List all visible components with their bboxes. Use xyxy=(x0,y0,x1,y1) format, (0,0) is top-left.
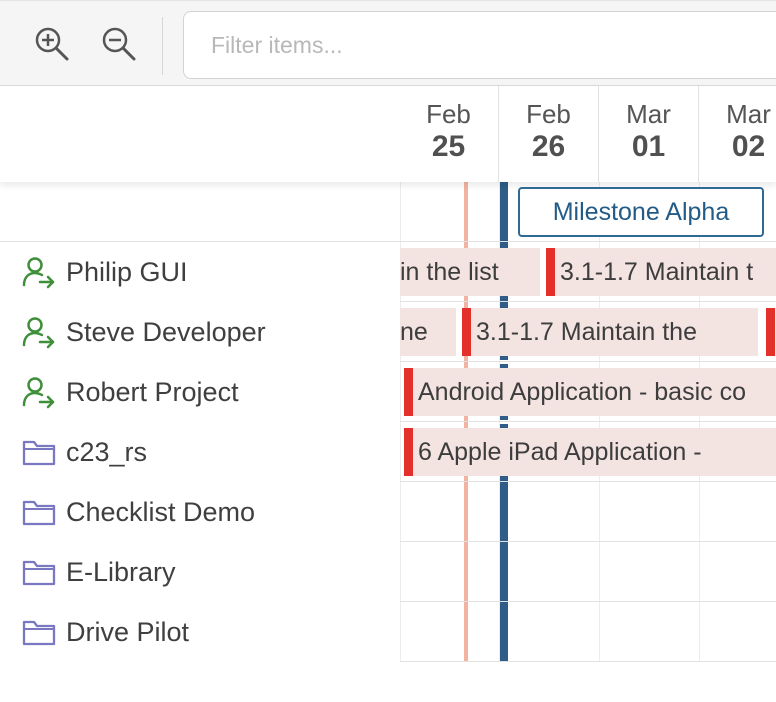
folder-icon xyxy=(22,560,56,586)
task-bar[interactable]: 3.1-1.7 Maintain the xyxy=(462,308,758,356)
row-name: Philip GUI xyxy=(66,256,188,287)
table-row: E-Library xyxy=(0,542,776,602)
row-name: Checklist Demo xyxy=(66,496,256,527)
row-label[interactable]: Drive Pilot xyxy=(0,602,400,662)
user-assign-icon xyxy=(22,317,55,349)
milestone-alpha[interactable]: Milestone Alpha xyxy=(518,187,764,237)
table-row: Steve Developer ne 3.1-1.7 Maintain the xyxy=(0,302,776,362)
filter-input[interactable] xyxy=(183,11,776,79)
row-label[interactable]: E-Library xyxy=(0,542,400,602)
task-bar-label: 3.1-1.7 Maintain t xyxy=(560,258,754,286)
task-bar-label: 3.1-1.7 Maintain the xyxy=(476,318,697,346)
zoom-out-icon xyxy=(102,27,136,61)
task-bar[interactable]: 6 Apple iPad Application - xyxy=(404,428,776,476)
toolbar-separator xyxy=(162,17,163,75)
date-column-feb-25: Feb 25 xyxy=(399,86,499,182)
date-day: 25 xyxy=(431,130,466,163)
date-day: 02 xyxy=(731,130,766,163)
date-month: Feb xyxy=(426,99,471,129)
task-bar[interactable]: 3.1-1.7 Maintain t xyxy=(546,248,776,296)
row-name: Drive Pilot xyxy=(66,616,190,647)
date-month: Feb xyxy=(526,99,571,129)
user-assign-icon xyxy=(22,377,55,409)
task-bar-label: 6 Apple iPad Application - xyxy=(418,438,702,466)
task-flag xyxy=(546,248,555,296)
zoom-in-button[interactable] xyxy=(33,25,73,65)
table-row: Drive Pilot xyxy=(0,602,776,662)
task-bar-label: ne xyxy=(400,318,428,346)
task-bar[interactable]: ne xyxy=(400,308,456,356)
row-label[interactable]: Checklist Demo xyxy=(0,482,400,542)
table-row: Checklist Demo xyxy=(0,482,776,542)
task-flag xyxy=(766,308,775,356)
task-bar-label: Android Application - basic co xyxy=(418,378,746,406)
task-bar[interactable] xyxy=(766,308,776,356)
row-name: c23_rs xyxy=(66,436,148,467)
date-column-mar-02: Mar 02 xyxy=(699,86,776,182)
task-bar[interactable]: in the list xyxy=(400,248,540,296)
date-day: 26 xyxy=(531,130,566,163)
date-day: 01 xyxy=(631,130,666,163)
date-column-mar-01: Mar 01 xyxy=(599,86,699,182)
user-assign-icon xyxy=(22,257,55,289)
folder-icon xyxy=(22,500,56,526)
timeline-date-header: Feb 25 Feb 26 Mar 01 Mar 02 xyxy=(0,86,776,182)
row-label[interactable]: c23_rs xyxy=(0,422,400,482)
folder-icon xyxy=(22,440,56,466)
row-label[interactable]: Steve Developer xyxy=(0,302,400,362)
table-row: Philip GUI in the list 3.1-1.7 Maintain … xyxy=(0,242,776,302)
date-column-feb-26: Feb 26 xyxy=(499,86,599,182)
row-label[interactable]: Philip GUI xyxy=(0,242,400,302)
task-bar[interactable]: Android Application - basic co xyxy=(404,368,776,416)
date-month: Mar xyxy=(726,99,771,129)
task-bar-label: in the list xyxy=(400,258,499,286)
task-flag xyxy=(462,308,471,356)
row-name: Steve Developer xyxy=(66,316,266,347)
table-row: Robert Project Android Application - bas… xyxy=(0,362,776,422)
toolbar xyxy=(0,0,776,86)
row-label[interactable]: Robert Project xyxy=(0,362,400,422)
row-name: E-Library xyxy=(66,556,176,587)
task-flag xyxy=(404,428,413,476)
task-flag xyxy=(404,368,413,416)
table-row: c23_rs 6 Apple iPad Application - xyxy=(0,422,776,482)
date-month: Mar xyxy=(626,99,671,129)
zoom-out-button[interactable] xyxy=(100,25,140,65)
folder-icon xyxy=(22,620,56,646)
zoom-in-icon xyxy=(35,27,69,61)
row-name: Robert Project xyxy=(66,376,239,407)
